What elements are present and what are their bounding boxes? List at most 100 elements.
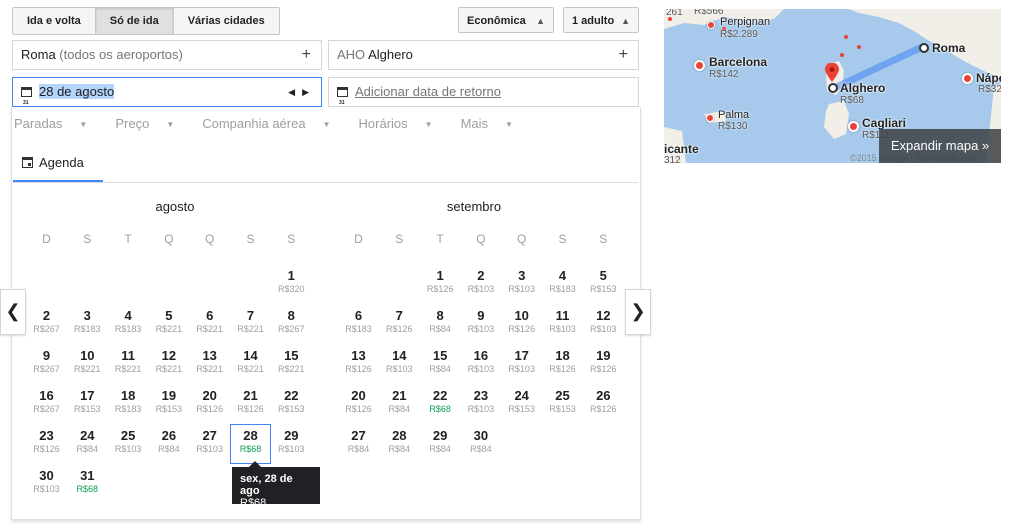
calendar-day[interactable]: 22 R$153	[271, 384, 312, 424]
calendar-day[interactable]: 19 R$153	[148, 384, 189, 424]
day-price: R$126	[386, 324, 413, 334]
origin-field[interactable]: Roma (todos os aeroportos) +	[12, 40, 322, 70]
calendar-day[interactable]: 28 R$84	[379, 424, 420, 464]
tab-agenda[interactable]: Agenda	[13, 146, 103, 182]
calendar-day[interactable]: 29 R$103	[271, 424, 312, 464]
calendar-day[interactable]: 14 R$221	[230, 344, 271, 384]
calendar-day[interactable]: 6 R$221	[189, 304, 230, 344]
calendar-day[interactable]: 20 R$126	[338, 384, 379, 424]
calendar-day[interactable]: 23 R$103	[460, 384, 501, 424]
calendar-day[interactable]: 11 R$221	[108, 344, 149, 384]
calendar-day[interactable]: 25 R$153	[542, 384, 583, 424]
calendar-day[interactable]: 1 R$126	[420, 264, 461, 304]
calendar-day[interactable]: 31 R$68	[67, 464, 108, 504]
calendar-day[interactable]: 28 R$68	[230, 424, 271, 464]
return-date-field[interactable]: Adicionar data de retorno	[328, 77, 639, 117]
calendar-day[interactable]: 16 R$267	[26, 384, 67, 424]
calendar-day[interactable]: 30 R$103	[26, 464, 67, 504]
calendar-day[interactable]: 29 R$84	[420, 424, 461, 464]
calendar-day[interactable]: 1 R$320	[271, 264, 312, 304]
calendar-day[interactable]: 9 R$103	[460, 304, 501, 344]
calendar-day[interactable]: 27 R$84	[338, 424, 379, 464]
calendar-day[interactable]: 15 R$84	[420, 344, 461, 384]
calendar-day[interactable]: 25 R$103	[108, 424, 149, 464]
prev-date-icon[interactable]: ◀	[288, 78, 295, 106]
calendar-day[interactable]: 3 R$183	[67, 304, 108, 344]
calendar-day[interactable]: 4 R$183	[542, 264, 583, 304]
calendar-day[interactable]: 12 R$103	[583, 304, 624, 344]
calendar-day[interactable]: 9 R$267	[26, 344, 67, 384]
map-marker[interactable]	[706, 114, 714, 122]
calendar-day[interactable]: 16 R$103	[460, 344, 501, 384]
calendar-day[interactable]: 10 R$126	[501, 304, 542, 344]
origin-marker-icon[interactable]	[919, 43, 929, 53]
route-map[interactable]: 261 R$566 Perpignan R$2.289 Barcelona R$…	[664, 9, 1001, 163]
calendar-day[interactable]: 5 R$221	[148, 304, 189, 344]
calendar-day[interactable]: 15 R$221	[271, 344, 312, 384]
tooltip-date: sex, 28 de ago	[240, 473, 293, 497]
calendar-day[interactable]: 18 R$126	[542, 344, 583, 384]
dropdown-arrow-icon: ▼	[424, 120, 433, 129]
calendar-day[interactable]: 18 R$183	[108, 384, 149, 424]
filter-stops[interactable]: Paradas ▼	[14, 116, 101, 131]
add-destination-icon[interactable]: +	[619, 41, 628, 69]
add-origin-icon[interactable]: +	[302, 41, 311, 69]
next-date-icon[interactable]: ▶	[302, 78, 309, 106]
filter-airline[interactable]: Companhia aérea ▼	[202, 116, 344, 131]
multi-city-option[interactable]: Várias cidades	[173, 8, 279, 34]
departure-date-field[interactable]: 28 de agosto ◀ ▶	[12, 77, 322, 117]
calendar-day[interactable]: 14 R$103	[379, 344, 420, 384]
calendar-day[interactable]: 19 R$126	[583, 344, 624, 384]
calendar-day[interactable]: 20 R$126	[189, 384, 230, 424]
calendar-day[interactable]: 2 R$267	[26, 304, 67, 344]
map-city-label: Cagliari	[862, 116, 907, 130]
destination-pin-icon[interactable]	[825, 63, 839, 82]
round-trip-option[interactable]: Ida e volta	[13, 8, 96, 34]
calendar-day[interactable]: 21 R$126	[230, 384, 271, 424]
map-marker[interactable]	[694, 60, 705, 71]
calendar-day[interactable]: 24 R$84	[67, 424, 108, 464]
day-number: 24	[514, 388, 529, 403]
calendar-day[interactable]: 5 R$153	[583, 264, 624, 304]
filter-more[interactable]: Mais ▼	[461, 116, 527, 131]
filter-times[interactable]: Horários ▼	[359, 116, 447, 131]
calendar-day[interactable]: 27 R$103	[189, 424, 230, 464]
prev-month-button[interactable]: ❮	[0, 289, 26, 335]
day-number: 15	[432, 348, 448, 363]
filter-price[interactable]: Preço ▼	[115, 116, 188, 131]
calendar-day[interactable]: 24 R$153	[501, 384, 542, 424]
calendar-day[interactable]: 11 R$103	[542, 304, 583, 344]
calendar-day[interactable]: 13 R$126	[338, 344, 379, 384]
calendar-day[interactable]: 7 R$126	[379, 304, 420, 344]
calendar-day[interactable]: 8 R$267	[271, 304, 312, 344]
expand-map-button[interactable]: Expandir mapa »	[879, 129, 1001, 163]
calendar-day[interactable]: 17 R$153	[67, 384, 108, 424]
calendar-day[interactable]: 7 R$221	[230, 304, 271, 344]
one-way-option[interactable]: Só de ida	[95, 8, 174, 34]
calendar-day[interactable]: 2 R$103	[460, 264, 501, 304]
map-marker[interactable]	[962, 73, 973, 84]
add-return-date-link[interactable]: Adicionar data de retorno	[355, 84, 501, 99]
passengers-select[interactable]: 1 adulto ▲	[563, 7, 639, 33]
calendar-day[interactable]: 13 R$221	[189, 344, 230, 384]
destination-field[interactable]: AHO Alghero +	[328, 40, 639, 70]
map-marker[interactable]	[848, 121, 859, 132]
calendar-day[interactable]: 22 R$68	[420, 384, 461, 424]
calendar-day[interactable]: 10 R$221	[67, 344, 108, 384]
cabin-class-select[interactable]: Econômica ▲	[458, 7, 554, 33]
calendar-day[interactable]: 4 R$183	[108, 304, 149, 344]
calendar-day[interactable]: 3 R$103	[501, 264, 542, 304]
calendar-day[interactable]: 17 R$103	[501, 344, 542, 384]
calendar-day[interactable]: 26 R$84	[148, 424, 189, 464]
calendar-day[interactable]: 26 R$126	[583, 384, 624, 424]
calendar-day[interactable]: 6 R$183	[338, 304, 379, 344]
day-number: 23	[39, 428, 54, 443]
calendar-day[interactable]: 12 R$221	[148, 344, 189, 384]
calendar-day[interactable]: 21 R$84	[379, 384, 420, 424]
calendar-day[interactable]: 30 R$84	[460, 424, 501, 464]
calendar-day[interactable]: 23 R$126	[26, 424, 67, 464]
map-marker[interactable]	[707, 21, 715, 29]
next-month-button[interactable]: ❯	[625, 289, 651, 335]
calendar-day[interactable]: 8 R$84	[420, 304, 461, 344]
day-number: 3	[518, 268, 526, 283]
